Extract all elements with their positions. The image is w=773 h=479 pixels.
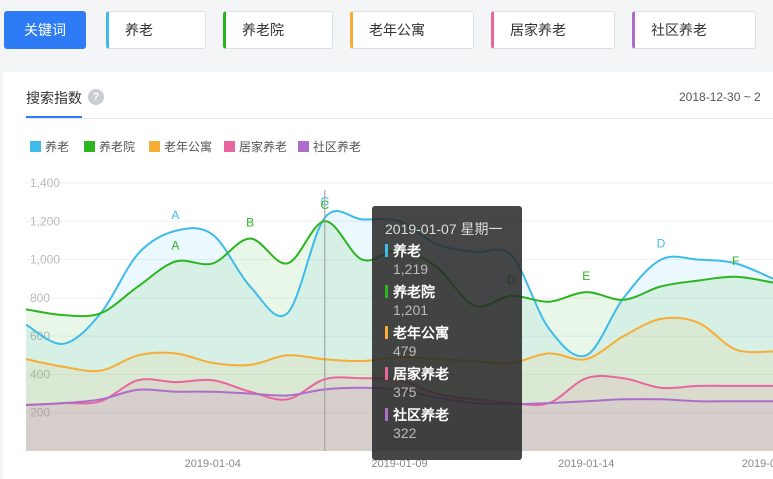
tooltip-date: 2019-01-07 星期一: [385, 221, 503, 237]
tooltip-series-name: 居家养老: [393, 366, 449, 382]
y-tick-label: 1,200: [30, 214, 60, 228]
tooltip-series-name: 老年公寓: [393, 325, 449, 341]
y-tick-label: 1,400: [30, 176, 60, 190]
tooltip-series-value: 322: [393, 425, 417, 441]
tooltip-series-value: 1,201: [393, 302, 429, 318]
tooltip-series-name: 社区养老: [393, 407, 449, 423]
tooltip-series-value: 375: [393, 384, 417, 400]
chart-annotation-marker: B: [246, 216, 254, 230]
chart-annotation-marker: F: [732, 254, 739, 268]
tooltip-color-bar: [385, 367, 388, 380]
chart-annotation-marker: E: [582, 269, 590, 283]
tooltip-color-bar: [385, 408, 388, 421]
chart-annotation-marker: D: [657, 237, 666, 251]
x-tick-label: 2019-01-14: [558, 458, 614, 470]
y-tick-label: 1,000: [30, 253, 60, 267]
chart-annotation-marker: A: [171, 238, 179, 252]
chart-tooltip: 2019-01-07 星期一 养老 1,219 养老院 1,201 老年公寓 4…: [372, 206, 522, 460]
tooltip-series-value: 479: [393, 343, 417, 359]
tooltip-series-name: 养老院: [393, 284, 435, 300]
tooltip-color-bar: [385, 326, 388, 339]
x-tick-label: 2019-01-04: [185, 458, 241, 470]
x-tick-label: 2019-01: [742, 458, 773, 470]
tooltip-color-bar: [385, 285, 388, 298]
chart-annotation-marker: A: [171, 208, 179, 222]
tooltip-series-value: 1,219: [393, 261, 429, 277]
tooltip-color-bar: [385, 244, 388, 257]
y-tick-label: 800: [30, 291, 50, 305]
tooltip-series-name: 养老: [393, 243, 421, 259]
